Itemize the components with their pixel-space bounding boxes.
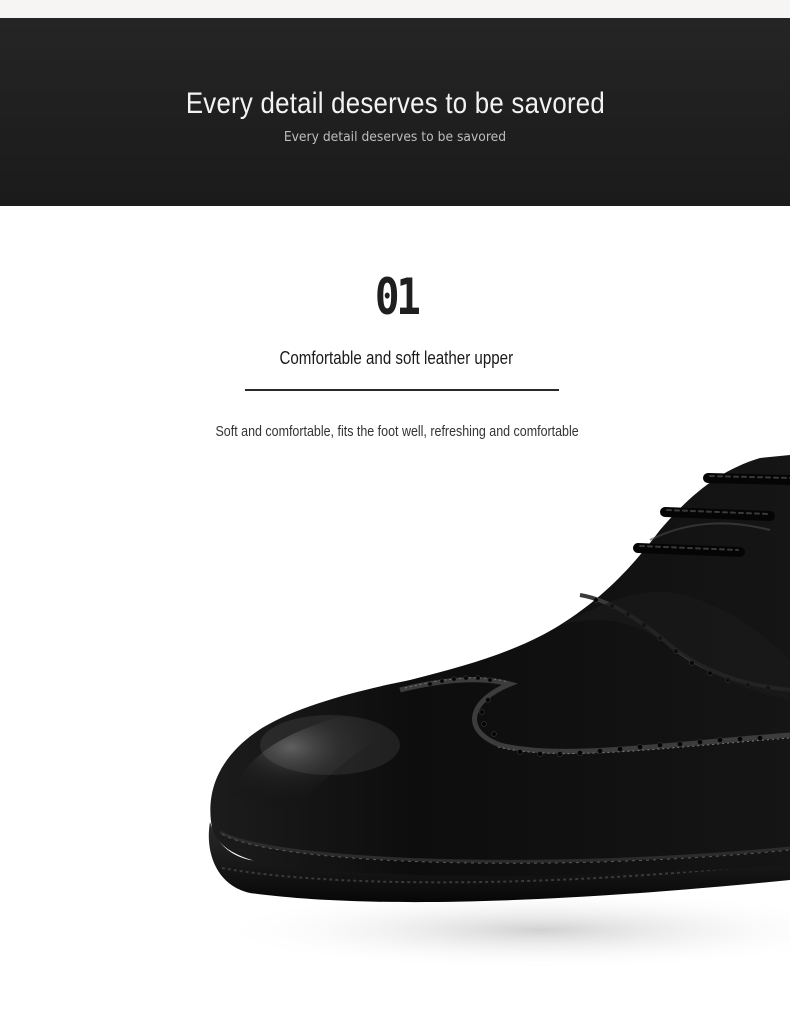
banner-title: Every detail deserves to be savored — [185, 87, 606, 120]
shoe-image — [208, 455, 790, 970]
feature-description: Soft and comfortable, fits the foot well… — [215, 424, 579, 440]
top-strip — [0, 0, 790, 18]
title-divider — [245, 389, 559, 391]
feature-title: Comfortable and soft leather upper — [279, 348, 514, 368]
feature-number: 01 — [374, 268, 421, 326]
banner-subtitle: Every detail deserves to be savored — [283, 130, 507, 145]
